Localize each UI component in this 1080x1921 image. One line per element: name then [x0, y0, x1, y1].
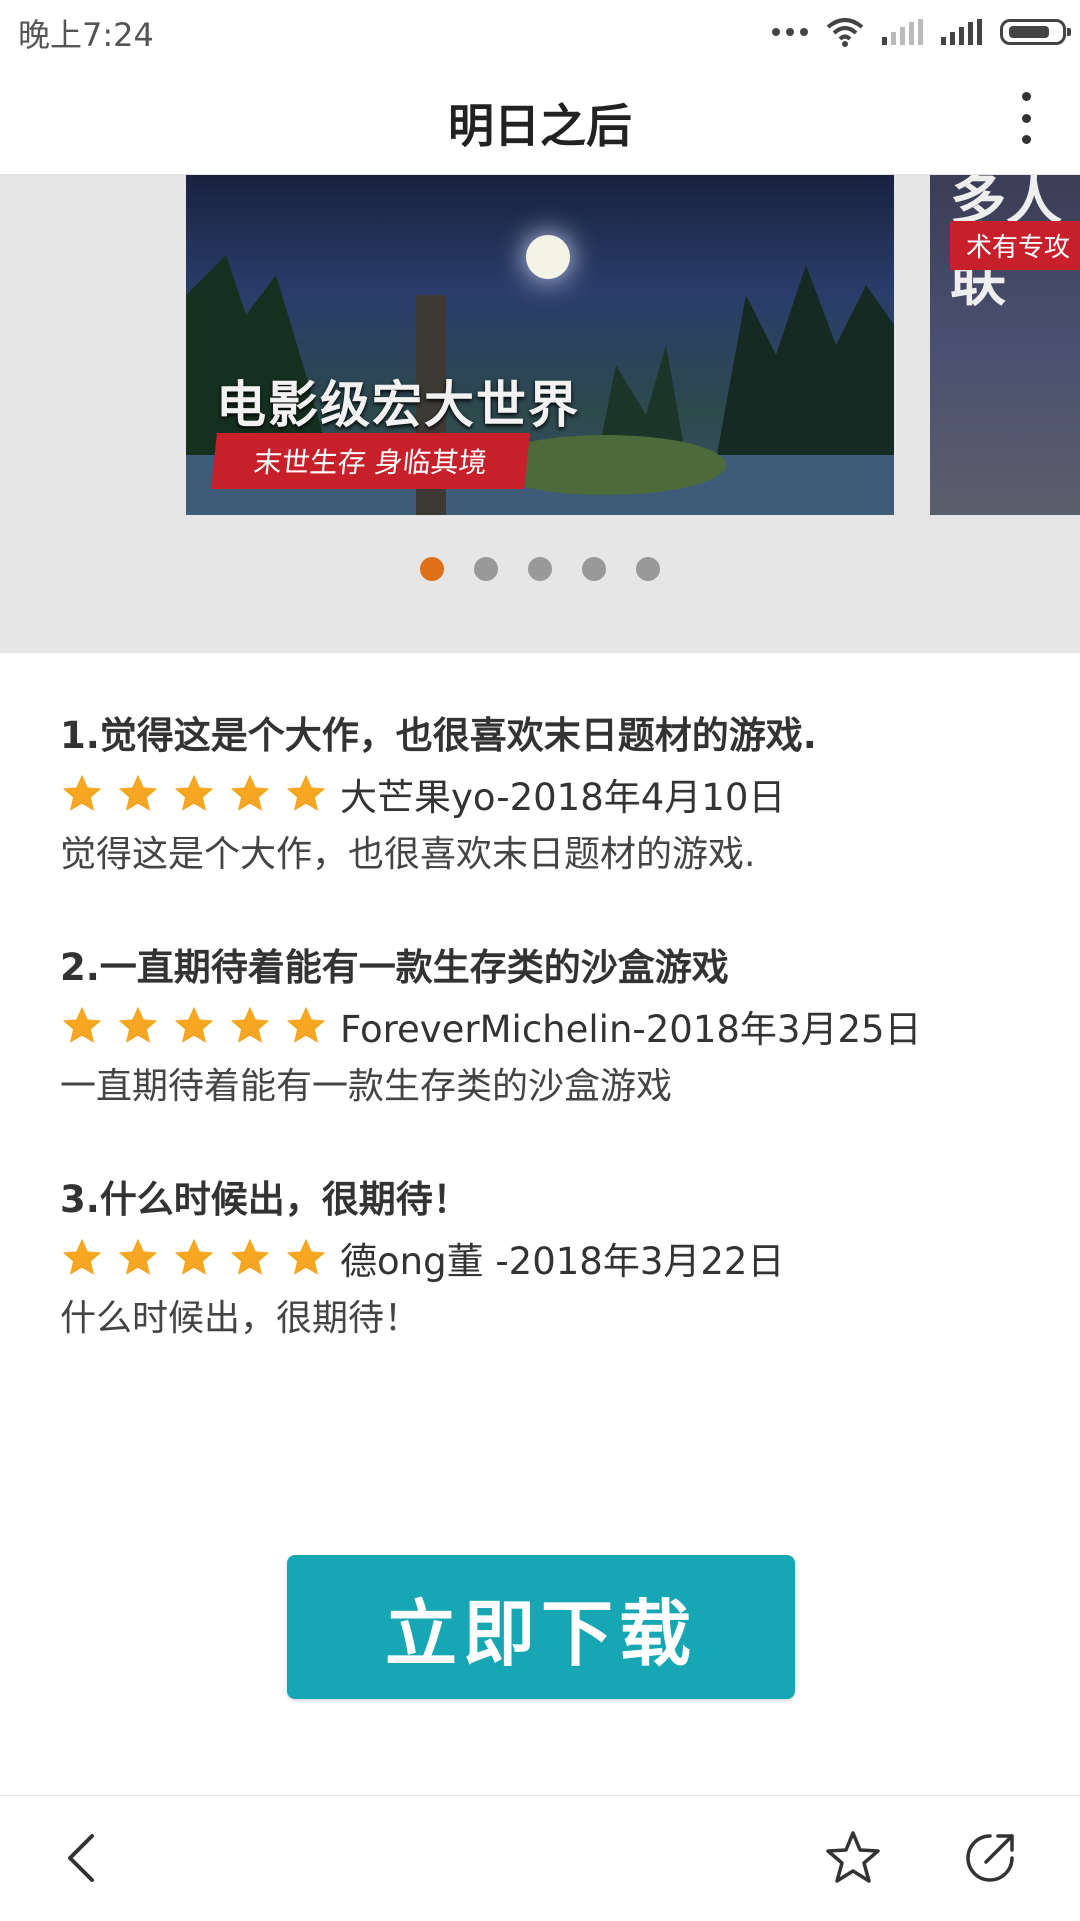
slide-tag: 末世生存 身临其境: [211, 433, 530, 489]
star-icon: [174, 774, 214, 811]
more-menu-button[interactable]: [1014, 92, 1038, 144]
back-icon[interactable]: [54, 1828, 114, 1888]
review-author-date: 德ong董 -2018年3月22日: [340, 1240, 785, 1283]
star-icon: [62, 1238, 102, 1275]
menu-dot-icon: [1021, 113, 1031, 123]
carousel-slide-1[interactable]: 电影级宏大世界 末世生存 身临其境: [186, 175, 894, 515]
star-icon: [174, 1238, 214, 1275]
star-outline-icon[interactable]: [823, 1828, 883, 1888]
review-list: 1.觉得这是个大作，也很喜欢末日题材的游戏. 大芒果yo-2018年4月10日 …: [60, 710, 1040, 1406]
title-bar: 明日之后: [0, 62, 1080, 175]
review-item: 2.一直期待着能有一款生存类的沙盒游戏 ForeverMichelin-2018…: [60, 942, 1040, 1116]
review-body: 一直期待着能有一款生存类的沙盒游戏: [60, 1066, 673, 1107]
signal-icon-sim1: [882, 19, 923, 45]
page-title: 明日之后: [448, 99, 632, 153]
review-title: 2.一直期待着能有一款生存类的沙盒游戏: [60, 946, 729, 989]
star-icon: [118, 1006, 158, 1043]
slide-tag: 术有专攻: [950, 221, 1080, 270]
status-bar: 晚上7:24: [0, 0, 1080, 62]
star-icon: [62, 1006, 102, 1043]
review-meta: ForeverMichelin-2018年3月25日: [60, 994, 1040, 1058]
menu-dot-icon: [1021, 92, 1031, 101]
review-title: 1.觉得这是个大作，也很喜欢末日题材的游戏.: [60, 714, 817, 757]
pager-dot-active[interactable]: [420, 557, 444, 581]
pager-dot[interactable]: [474, 557, 498, 581]
battery-icon: [1000, 19, 1071, 45]
pager-dot[interactable]: [636, 557, 660, 581]
review-title: 3.什么时候出，很期待！: [60, 1178, 470, 1221]
star-rating: [60, 772, 328, 816]
star-icon: [230, 774, 270, 811]
star-icon: [62, 774, 102, 811]
review-author-date: ForeverMichelin-2018年3月25日: [340, 1008, 922, 1051]
star-icon: [118, 1238, 158, 1275]
star-icon: [286, 1238, 326, 1275]
menu-dot-icon: [1021, 135, 1031, 144]
review-body: 觉得这是个大作，也很喜欢末日题材的游戏.: [60, 834, 756, 875]
review-item: 1.觉得这是个大作，也很喜欢末日题材的游戏. 大芒果yo-2018年4月10日 …: [60, 710, 1040, 884]
review-meta: 德ong董 -2018年3月22日: [60, 1226, 1040, 1290]
carousel-pager: [0, 557, 1080, 581]
status-time: 晚上7:24: [18, 16, 154, 54]
star-rating: [60, 1004, 328, 1048]
star-icon: [174, 1006, 214, 1043]
wifi-icon: [826, 18, 864, 47]
banner-carousel[interactable]: 电影级宏大世界 末世生存 身临其境 多人联 术有专攻: [0, 175, 1080, 653]
download-button[interactable]: 立即下载: [287, 1555, 795, 1699]
star-icon: [286, 1006, 326, 1043]
pager-dot[interactable]: [582, 557, 606, 581]
review-author-date: 大芒果yo-2018年4月10日: [340, 776, 786, 819]
share-icon[interactable]: [960, 1828, 1020, 1888]
star-rating: [60, 1236, 328, 1280]
review-body: 什么时候出，很期待！: [60, 1298, 421, 1339]
slide-headline: 电影级宏大世界: [216, 376, 580, 434]
star-icon: [230, 1006, 270, 1043]
star-icon: [286, 774, 326, 811]
star-icon: [230, 1238, 270, 1275]
review-item: 3.什么时候出，很期待！ 德ong董 -2018年3月22日 什么时候出，很期待…: [60, 1174, 1040, 1348]
bottom-toolbar: [0, 1795, 1080, 1921]
review-meta: 大芒果yo-2018年4月10日: [60, 762, 1040, 826]
status-icons: [772, 12, 1071, 52]
carousel-slide-2[interactable]: 多人联 术有专攻: [930, 175, 1080, 515]
more-dots-icon: [772, 28, 808, 36]
pager-dot[interactable]: [528, 557, 552, 581]
star-icon: [118, 774, 158, 811]
signal-icon-sim2: [941, 19, 982, 45]
